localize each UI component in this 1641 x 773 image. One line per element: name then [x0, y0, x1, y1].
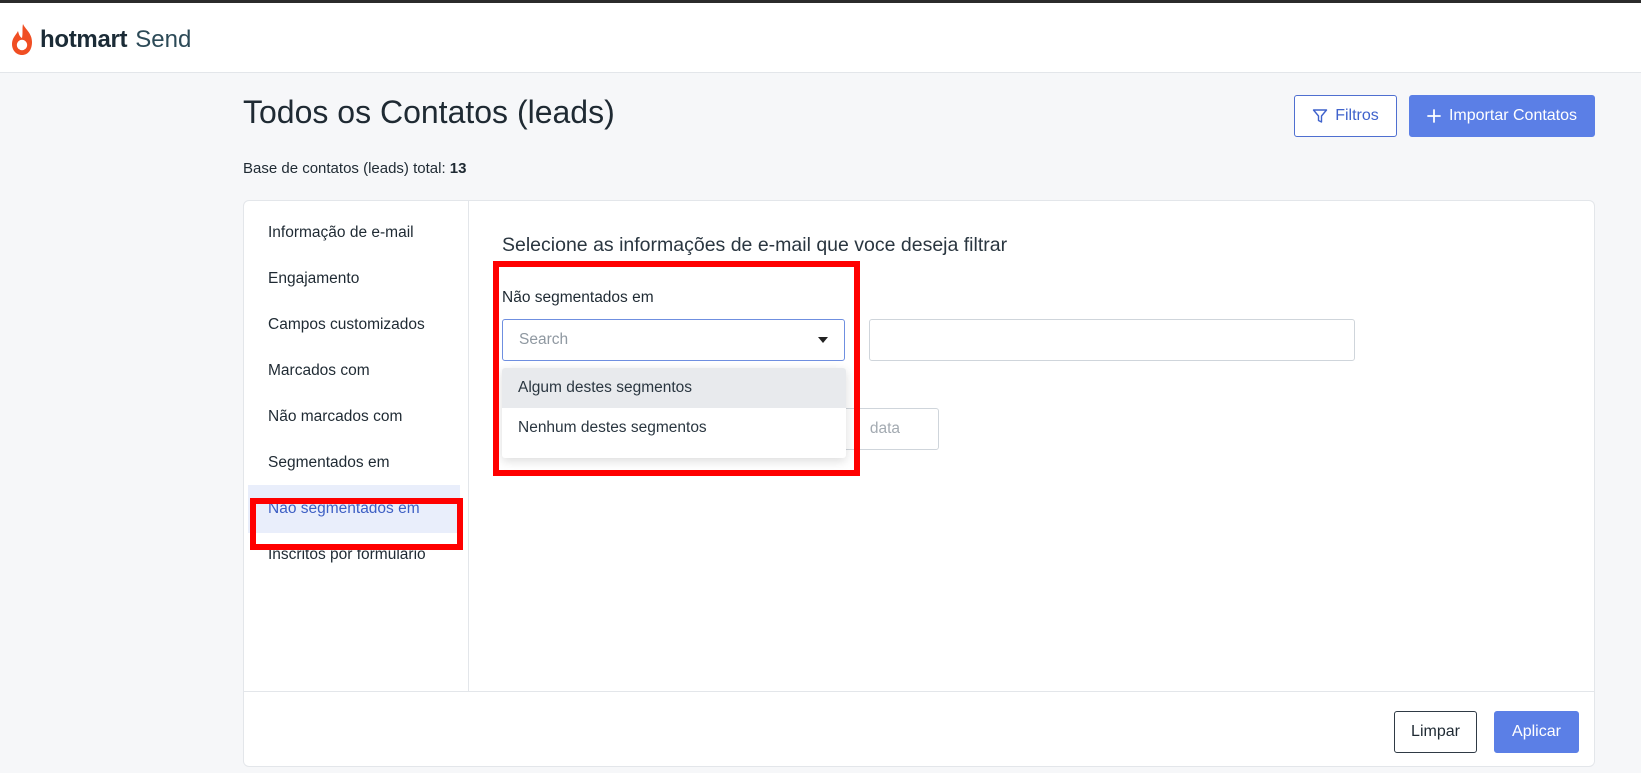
filter-panel: Informação de e-mail Engajamento Campos … [243, 200, 1595, 767]
segments-input[interactable] [869, 319, 1355, 361]
sidebar-item-not-tagged-with[interactable]: Não marcados com [248, 393, 460, 441]
filters-button-label: Filtros [1335, 107, 1379, 124]
field-label: Não segmentados em [502, 289, 654, 306]
sidebar-item-not-segmented-in[interactable]: Não segmentados em [248, 485, 460, 533]
panel-footer: Limpar Aplicar [244, 691, 1594, 766]
filter-heading: Selecione as informações de e-mail que v… [502, 234, 1008, 256]
page-title: Todos os Contatos (leads) [243, 94, 615, 130]
sidebar-item-form-subscribers[interactable]: Inscritos por formulário [248, 531, 460, 579]
sidebar-item-segmented-in[interactable]: Segmentados em [248, 439, 460, 487]
select-placeholder: Search [519, 331, 569, 348]
brand-name: hotmart [40, 26, 128, 53]
dropdown-option-any-segment[interactable]: Algum destes segmentos [502, 368, 846, 408]
filter-icon [1313, 109, 1328, 123]
sidebar-item-email-info[interactable]: Informação de e-mail [248, 209, 460, 257]
dropdown-option-no-segment[interactable]: Nenhum destes segmentos [502, 408, 846, 448]
product-name: Send [135, 26, 192, 53]
condition-dropdown-menu: Algum destes segmentos Nenhum destes seg… [502, 368, 846, 458]
logo[interactable]: hotmart Send [10, 23, 191, 57]
date-placeholder: data [869, 420, 900, 437]
import-contacts-button[interactable]: Importar Contatos [1409, 95, 1595, 137]
sidebar-item-engagement[interactable]: Engajamento [248, 255, 460, 303]
filters-button[interactable]: Filtros [1294, 95, 1397, 137]
app-header: hotmart Send [0, 3, 1641, 73]
apply-button[interactable]: Aplicar [1494, 711, 1579, 753]
total-value: 13 [449, 160, 467, 177]
total-label: Base de contatos (leads) total: [243, 160, 446, 177]
filter-sidebar: Informação de e-mail Engajamento Campos … [244, 201, 469, 691]
import-button-label: Importar Contatos [1448, 107, 1578, 124]
contacts-total: Base de contatos (leads) total: 13 [243, 160, 466, 177]
flame-icon [12, 24, 32, 55]
plus-icon [1427, 109, 1441, 123]
clear-button[interactable]: Limpar [1394, 711, 1477, 753]
sidebar-item-custom-fields[interactable]: Campos customizados [248, 301, 460, 349]
sidebar-item-tagged-with[interactable]: Marcados com [248, 347, 460, 395]
segment-condition-select[interactable]: Search [502, 319, 845, 361]
caret-down-icon [818, 337, 828, 343]
